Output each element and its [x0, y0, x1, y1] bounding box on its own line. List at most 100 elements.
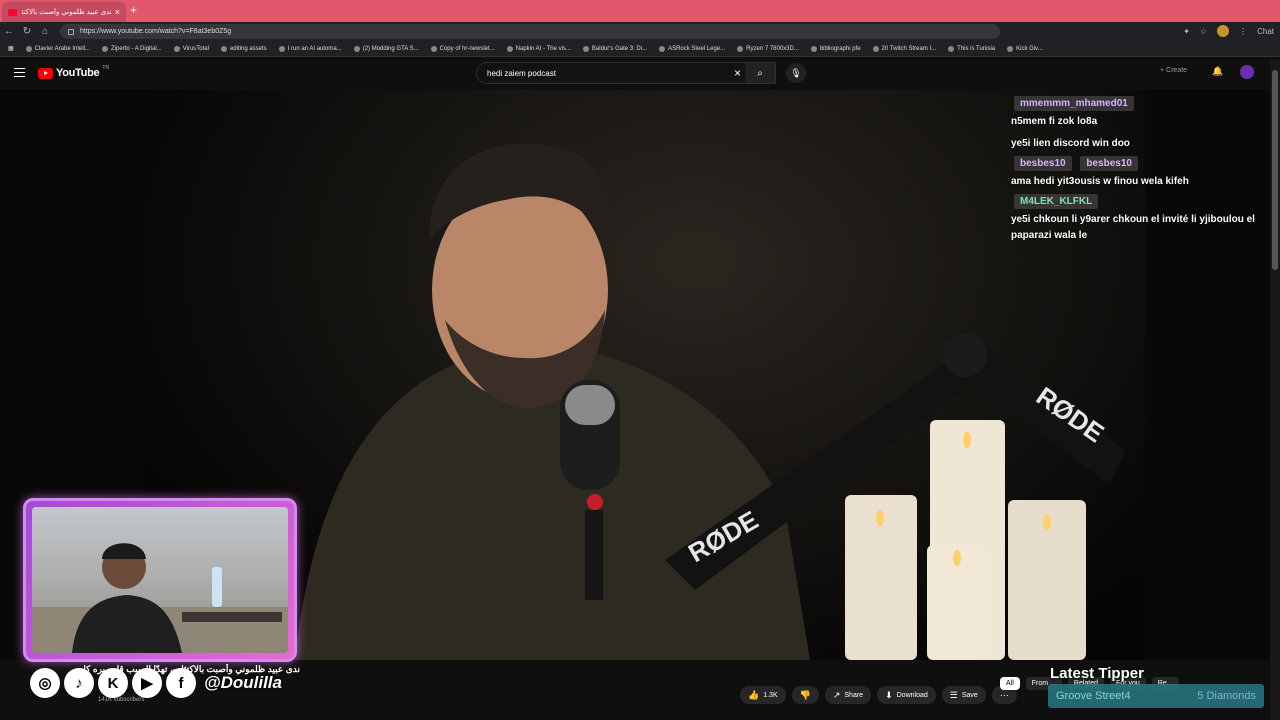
- social-links: ◎ ♪ K ▶ f @Doulilla: [30, 668, 282, 698]
- tipper-amount: 5 Diamonds: [1197, 690, 1256, 702]
- window-close-icon[interactable]: ×: [1267, 4, 1272, 14]
- home-icon[interactable]: ⌂: [36, 26, 54, 37]
- bookmark-item[interactable]: Napkin AI - The vis...: [503, 45, 575, 52]
- browser-tab[interactable]: ندى عبيد ظلموني وأصبت بالاكتئاب ×: [2, 2, 126, 22]
- stream-chat-overlay: mmemmm_mhamed01 n5mem fi zok lo8a ye5i l…: [1008, 96, 1270, 244]
- clear-search-icon[interactable]: ×: [734, 66, 741, 80]
- create-button[interactable]: + Create: [1160, 67, 1187, 74]
- latest-tipper-box: Groove Street4 5 Diamonds: [1048, 684, 1264, 708]
- facebook-icon: f: [166, 668, 196, 698]
- menu-dots-icon[interactable]: ⋮: [1239, 27, 1247, 36]
- reload-icon[interactable]: ↻: [18, 26, 36, 37]
- bookmark-favicon-icon: [737, 45, 744, 52]
- youtube-header: YouTube TN hedi zaiem podcast × ⌕ 🎙 + Cr…: [0, 57, 1280, 90]
- save-icon: ☰: [949, 689, 958, 700]
- bookmark-favicon-icon: [948, 45, 955, 52]
- site-info-icon[interactable]: [68, 28, 74, 35]
- youtube-logo[interactable]: YouTube TN: [38, 65, 109, 79]
- notifications-icon[interactable]: 🔔: [1212, 66, 1223, 77]
- bookmark-item[interactable]: I run an AI automa...: [275, 45, 346, 52]
- bookmark-item[interactable]: (2) Modding GTA S...: [350, 45, 423, 52]
- bookmark-item[interactable]: Ziperto - A Digital...: [98, 45, 166, 52]
- folder-icon: [220, 45, 227, 52]
- more-dots-icon: ⋯: [999, 689, 1009, 700]
- bookmark-favicon-icon: [659, 45, 666, 52]
- instagram-icon: ◎: [30, 668, 60, 698]
- scrollbar-thumb[interactable]: [1272, 70, 1278, 270]
- search-query: hedi zaiem podcast: [487, 68, 556, 78]
- window-controls: – □ ×: [1224, 4, 1272, 14]
- bookmark-item[interactable]: Ryzen 7 7800x3D...: [733, 45, 803, 52]
- extensions-icon[interactable]: ✦: [1183, 27, 1190, 36]
- latest-tipper-label: Latest Tipper: [1050, 665, 1144, 682]
- apps-icon[interactable]: ▦: [4, 45, 18, 52]
- streamer-illustration: [32, 543, 288, 653]
- back-icon[interactable]: ←: [0, 26, 18, 37]
- thumbs-up-icon: 👍: [748, 689, 760, 700]
- bookmark-item[interactable]: bibliographi pfe: [807, 45, 865, 52]
- profile-avatar[interactable]: [1217, 25, 1230, 37]
- bookmark-item[interactable]: 20 Twitch Stream I...: [869, 45, 941, 52]
- tiktok-icon: ♪: [64, 668, 94, 698]
- account-avatar[interactable]: [1240, 65, 1254, 79]
- chat-message: ye5i lien discord win doo: [1011, 138, 1130, 149]
- search-input[interactable]: hedi zaiem podcast × ⌕: [476, 62, 776, 84]
- address-bar[interactable]: https://www.youtube.com/watch?v=F8at3eb0…: [60, 24, 1000, 39]
- maximize-icon[interactable]: □: [1245, 4, 1250, 14]
- webcam-overlay: [23, 498, 297, 662]
- bookmark-item[interactable]: editing assets: [217, 45, 271, 52]
- download-icon: ⬇: [885, 689, 893, 700]
- share-button[interactable]: ↗ Share: [824, 686, 872, 704]
- address-row: ← ↻ ⌂ https://www.youtube.com/watch?v=F8…: [0, 22, 1280, 41]
- bookmark-star-icon[interactable]: ☆: [1200, 27, 1207, 36]
- bookmark-item[interactable]: Copy of hr-newslet...: [427, 45, 499, 52]
- webcam-feed: [32, 507, 288, 653]
- chat-username: besbes10: [1080, 156, 1138, 171]
- new-tab-icon[interactable]: +: [130, 3, 137, 17]
- chat-label[interactable]: Chat: [1257, 27, 1274, 36]
- bookmark-item[interactable]: Clavier Arabe Intell...: [22, 45, 94, 52]
- chat-username: besbes10: [1014, 156, 1072, 171]
- bookmark-favicon-icon: [872, 45, 879, 52]
- minimize-icon[interactable]: –: [1224, 4, 1229, 14]
- chat-message: ama hedi yit3ousis w finou wela kifeh: [1011, 176, 1189, 187]
- save-button[interactable]: ☰ Save: [941, 686, 986, 704]
- close-tab-icon[interactable]: ×: [115, 7, 120, 17]
- bookmark-favicon-icon: [25, 45, 32, 52]
- tipper-name: Groove Street4: [1056, 690, 1131, 702]
- bookmarks-bar: ▦ Clavier Arabe Intell... Ziperto - A Di…: [0, 41, 1280, 57]
- search-button[interactable]: ⌕: [745, 63, 775, 83]
- page-scrollbar[interactable]: [1270, 60, 1280, 720]
- bookmark-favicon-icon: [430, 45, 437, 52]
- menu-icon[interactable]: [14, 68, 25, 77]
- bookmark-favicon-icon: [278, 45, 285, 52]
- browser-tab-bar: ندى عبيد ظلموني وأصبت بالاكتئاب × + – □ …: [0, 0, 1280, 22]
- bookmark-item[interactable]: Kick Giv...: [1003, 45, 1047, 52]
- streamer-handle: @Doulilla: [204, 673, 282, 692]
- chip-all[interactable]: All: [1000, 677, 1020, 690]
- bookmark-item[interactable]: ASRock Steel Lege...: [655, 45, 729, 52]
- dislike-button[interactable]: 👎: [791, 686, 819, 704]
- voice-search-icon[interactable]: 🎙: [786, 63, 806, 83]
- bookmark-item[interactable]: Baldur's Gate 3: Di...: [579, 45, 651, 52]
- bookmark-favicon-icon: [506, 45, 513, 52]
- share-icon: ↗: [832, 689, 841, 700]
- bookmark-favicon-icon: [173, 45, 180, 52]
- search-icon: ⌕: [757, 67, 763, 79]
- browser-toolbar-right: ✦ ☆ ⋮ Chat: [1183, 25, 1274, 37]
- youtube-favicon-icon: [8, 8, 17, 16]
- chat-message: ye5i chkoun li y9arer chkoun el invité l…: [1011, 214, 1255, 241]
- download-button[interactable]: ⬇ Download: [877, 686, 936, 704]
- thumbs-down-icon: 👎: [799, 689, 811, 700]
- url-text: https://www.youtube.com/watch?v=F8at3eb0…: [80, 28, 232, 35]
- video-actions: 👍 1.3K 👎 ↗ Share ⬇ Download ☰ Save ⋯: [740, 686, 1017, 704]
- tab-title: ندى عبيد ظلموني وأصبت بالاكتئاب: [22, 9, 112, 16]
- bookmark-item[interactable]: This is Tunisia: [944, 45, 999, 52]
- kick-icon: K: [98, 668, 128, 698]
- bookmark-favicon-icon: [1007, 45, 1014, 52]
- chat-username: mmemmm_mhamed01: [1014, 96, 1134, 111]
- like-button[interactable]: 👍 1.3K: [740, 686, 786, 704]
- bookmark-item[interactable]: VirusTotal: [170, 45, 213, 52]
- youtube-play-icon: [38, 67, 53, 79]
- folder-icon: [810, 45, 817, 52]
